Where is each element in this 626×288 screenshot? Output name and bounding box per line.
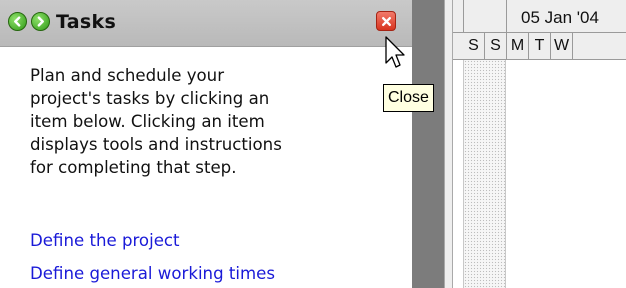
close-icon[interactable] [376,11,396,31]
task-pane: Tasks Plan and schedule your project's t… [0,0,412,288]
forward-arrow-icon[interactable] [31,12,50,31]
tooltip-text: Close [388,89,429,106]
define-working-times-link[interactable]: Define general working times [30,264,275,283]
define-project-link[interactable]: Define the project [30,231,180,250]
close-tooltip: Close [383,84,434,112]
task-pane-header: Tasks [0,0,412,47]
divider [506,0,507,33]
timescale-day: S [463,33,485,59]
timescale-header: 05 Jan '04 S S M T W [453,0,626,60]
back-arrow-icon[interactable] [8,12,27,31]
timescale-day: W [551,33,573,59]
pane-splitter[interactable] [412,0,444,288]
gantt-chart: 05 Jan '04 S S M T W [453,0,626,288]
timescale-week-label: 05 Jan '04 [521,8,599,27]
task-pane-title: Tasks [56,11,117,33]
divider [445,0,452,288]
timescale-day: T [529,33,551,59]
task-pane-intro-text: Plan and schedule your project's tasks b… [30,66,282,177]
nonworking-time-shading [463,60,506,288]
timescale-day: S [485,33,507,59]
timescale-day: M [507,33,529,59]
mouse-pointer-icon [385,36,405,68]
divider [463,0,464,33]
